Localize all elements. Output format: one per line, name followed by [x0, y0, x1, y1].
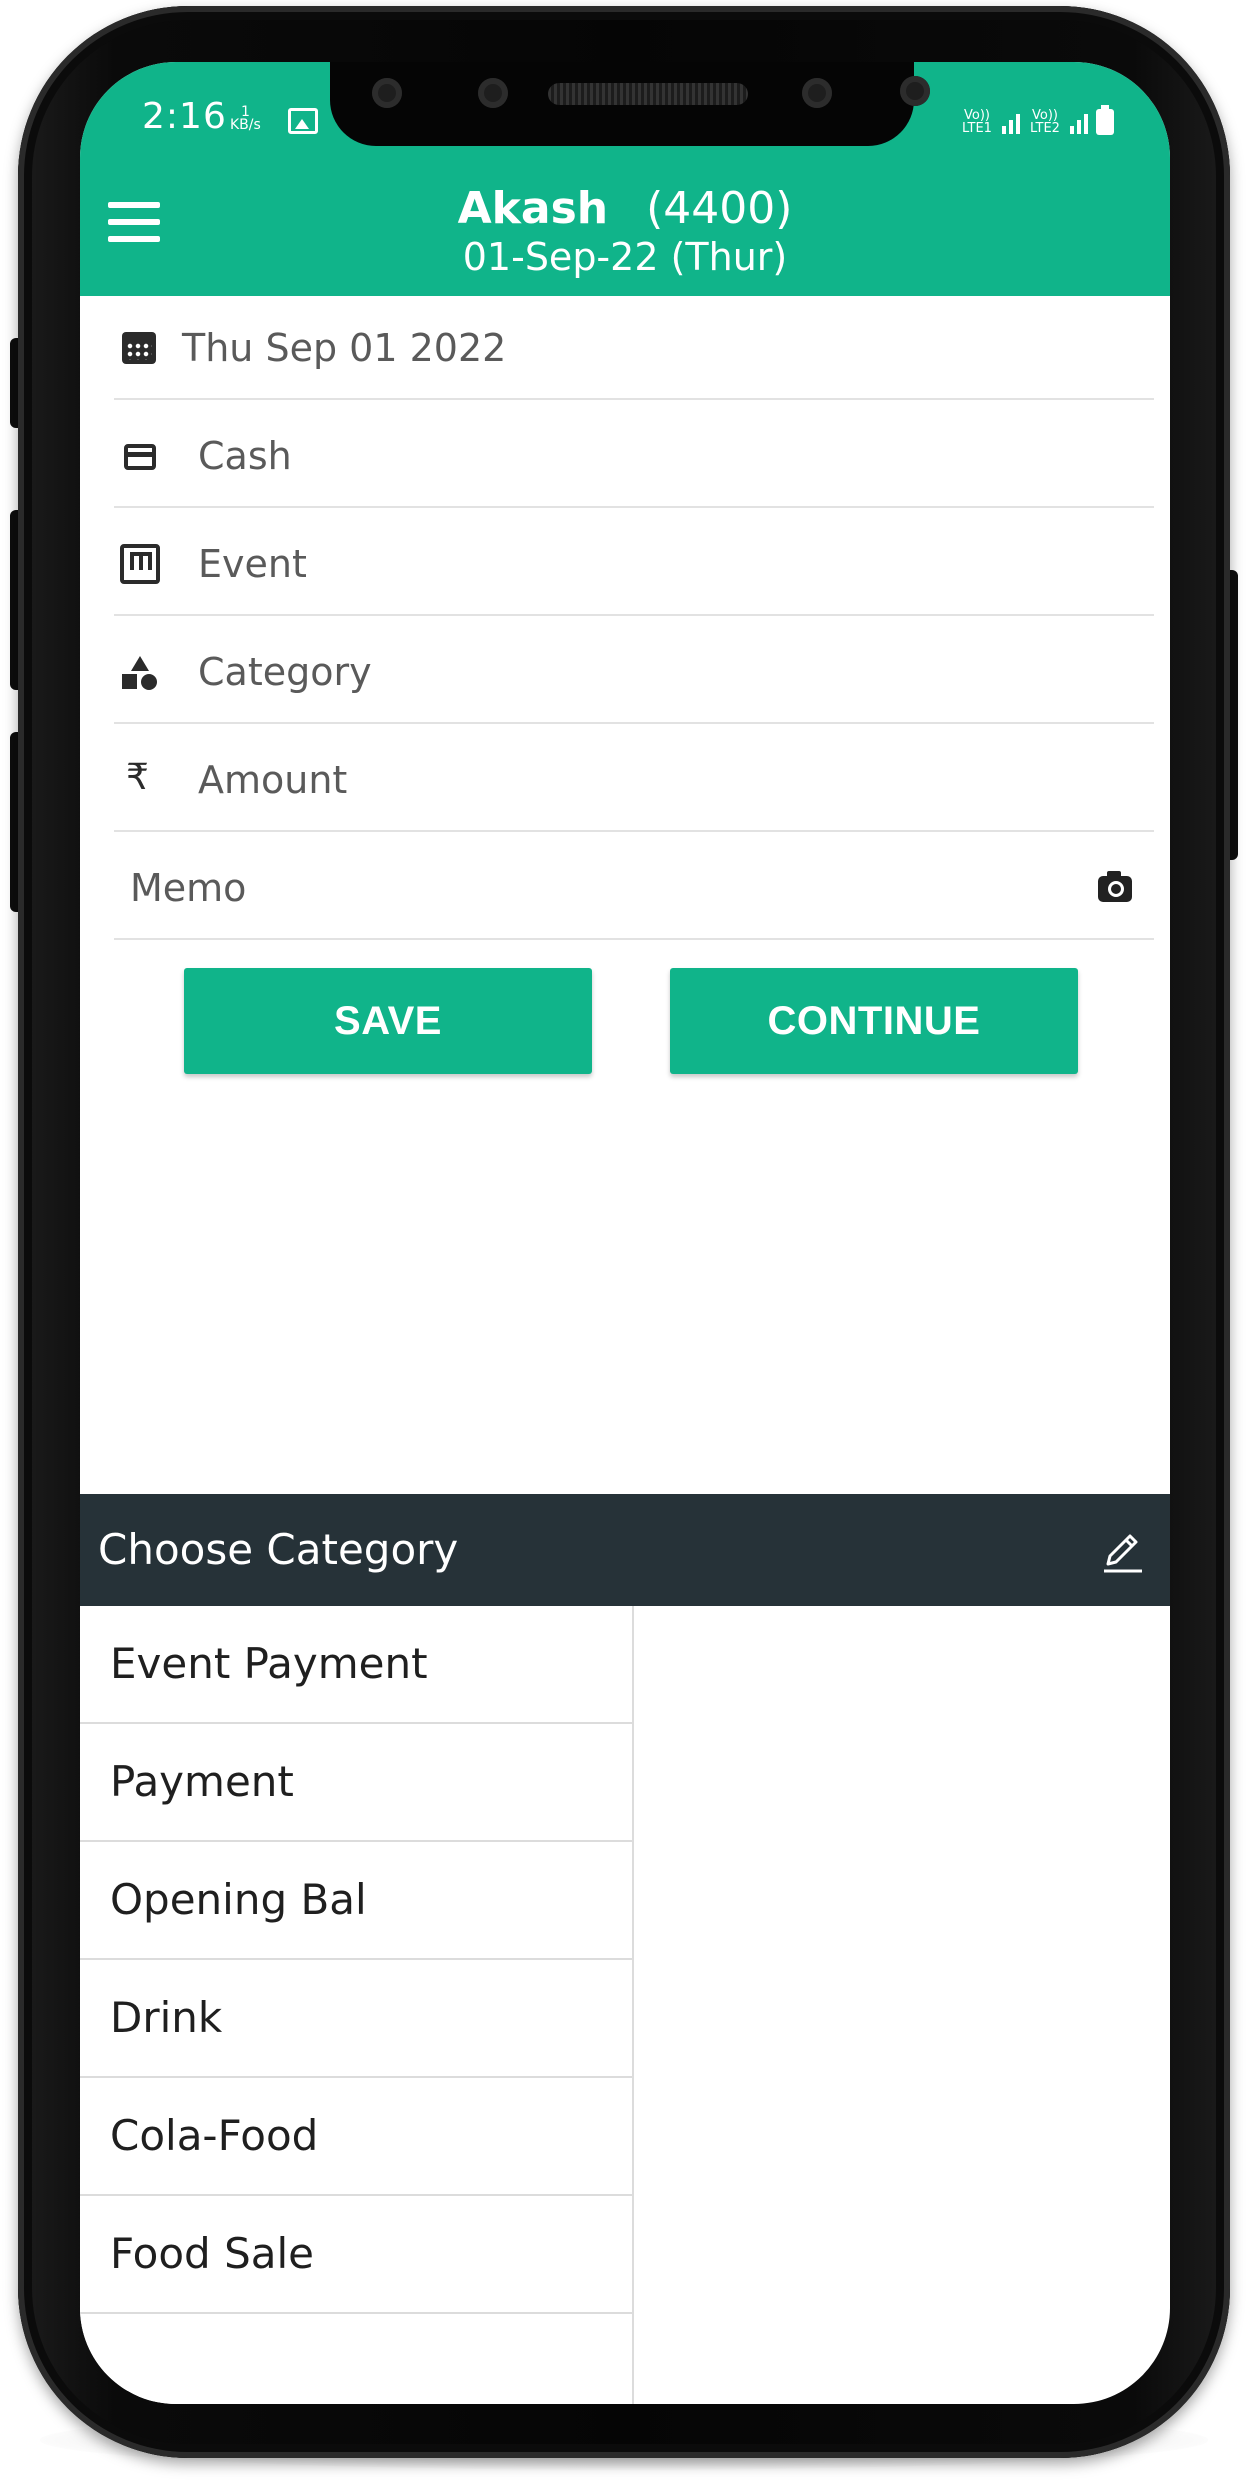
status-time: 2:16 [142, 96, 227, 137]
event-placeholder: Event [198, 542, 307, 586]
front-camera-2-icon [802, 78, 832, 108]
category-field[interactable]: Category [114, 620, 1154, 724]
sim2-label: Vo)) LTE2 [1030, 108, 1060, 136]
save-button[interactable]: SAVE [184, 968, 592, 1074]
battery-icon [1096, 105, 1114, 135]
event-icon [120, 544, 160, 584]
category-shapes-icon [122, 656, 158, 690]
event-field[interactable]: Event [114, 512, 1154, 616]
category-list: Event Payment Payment Opening Bal Drink … [80, 1606, 634, 2404]
choose-category-title: Choose Category [98, 1525, 459, 1574]
signal-bars-2-icon [1070, 110, 1088, 134]
date-value: Thu Sep 01 2022 [182, 326, 507, 370]
memo-placeholder: Memo [130, 866, 247, 910]
status-indicators: Vo)) LTE1 Vo)) LTE2 [960, 102, 1114, 142]
network-speed-unit: KB/s [230, 117, 261, 133]
camera-notch [330, 62, 930, 146]
proximity-sensor-icon [900, 76, 930, 106]
edit-pencil-icon[interactable] [1098, 1526, 1148, 1576]
earpiece-speaker [548, 83, 748, 105]
category-item-payment[interactable]: Payment [80, 1724, 632, 1842]
phone-screen: 2:16 1 KB/s Vo)) LTE1 Vo)) LTE2 Akash (44… [80, 62, 1170, 2404]
amount-field[interactable]: ₹ Amount [114, 728, 1154, 832]
calendar-icon [122, 332, 156, 364]
category-item-food-sale[interactable]: Food Sale [80, 2196, 632, 2314]
header-date: 01-Sep-22 (Thur) [462, 235, 788, 279]
date-field[interactable]: Thu Sep 01 2022 [114, 296, 1154, 400]
signal-bars-1-icon [1002, 110, 1020, 134]
gallery-notification-icon [288, 108, 318, 134]
rupee-icon: ₹ [126, 757, 149, 798]
category-item-opening-bal[interactable]: Opening Bal [80, 1842, 632, 1960]
category-placeholder: Category [198, 650, 372, 694]
network-speed: 1 KB/s [230, 105, 261, 133]
amount-placeholder: Amount [198, 758, 348, 802]
account-field[interactable]: Cash [114, 404, 1154, 508]
category-item-cola-food[interactable]: Cola-Food [80, 2078, 632, 2196]
choose-category-header: Choose Category [80, 1494, 1170, 1606]
account-value: Cash [198, 434, 292, 478]
sim1-label: Vo)) LTE1 [962, 108, 992, 136]
memo-field[interactable]: Memo [114, 836, 1154, 940]
category-item-event-payment[interactable]: Event Payment [80, 1606, 632, 1724]
header-title: Akash (4400) 01-Sep-22 (Thur) [80, 184, 1170, 280]
front-camera-icon [478, 78, 508, 108]
credit-card-icon [124, 444, 156, 470]
user-name: Akash [457, 183, 609, 234]
sensor-icon [372, 78, 402, 108]
category-item-drink[interactable]: Drink [80, 1960, 632, 2078]
camera-icon[interactable] [1098, 871, 1132, 902]
continue-button[interactable]: CONTINUE [670, 968, 1078, 1074]
user-count: (4400) [646, 183, 793, 234]
